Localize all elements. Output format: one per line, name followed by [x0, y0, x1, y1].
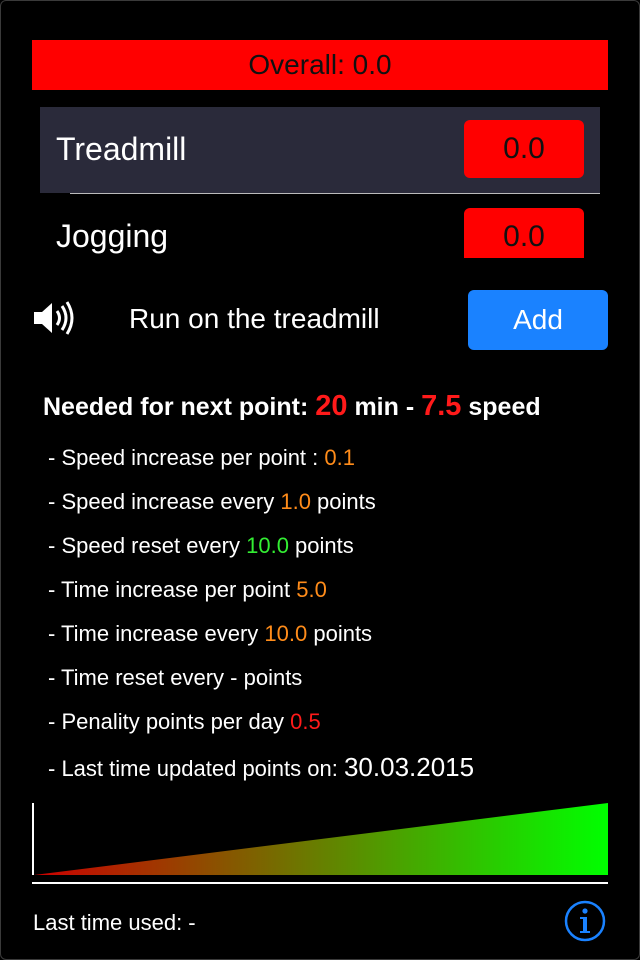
category-label: Treadmill: [56, 131, 187, 167]
detail-time-increase-every: - Time increase every 10.0 points: [48, 621, 372, 647]
detail-suffix: points: [310, 489, 376, 514]
category-score-badge: 0.0: [464, 208, 584, 258]
detail-label: - Speed increase every: [48, 489, 281, 514]
exercise-name: Run on the treadmill: [129, 303, 380, 334]
needed-minutes-unit: min -: [347, 393, 422, 421]
detail-suffix: points: [288, 533, 354, 558]
detail-value: 1.0: [280, 489, 311, 514]
detail-speed-increase-per-point: - Speed increase per point : 0.1: [48, 445, 355, 471]
detail-label: - Time increase every: [48, 621, 265, 646]
info-icon[interactable]: [564, 900, 606, 942]
progress-wedge: [34, 803, 608, 875]
category-row-treadmill[interactable]: Treadmill 0.0: [40, 107, 600, 193]
detail-label: - Speed reset every: [48, 533, 247, 558]
detail-value: 5.0: [296, 577, 327, 602]
category-score: 0.0: [503, 132, 545, 165]
detail-label: - Speed increase per point :: [48, 445, 325, 470]
detail-value: 10.0: [246, 533, 289, 558]
detail-date: 30.03.2015: [343, 752, 475, 782]
detail-time-increase-per-point: - Time increase per point 5.0: [48, 577, 327, 603]
last-time-used: Last time used: -: [33, 910, 196, 935]
category-score: 0.0: [503, 220, 545, 253]
chart-baseline: [32, 882, 608, 884]
category-row-jogging[interactable]: Jogging 0.0: [40, 194, 600, 258]
needed-speed: 7.5: [421, 390, 462, 422]
overall-score-banner: Overall: 0.0: [32, 40, 608, 90]
detail-label: - Penality points per day: [48, 709, 291, 734]
category-label: Jogging: [56, 218, 169, 254]
detail-value: 0.5: [290, 709, 321, 734]
detail-speed-reset-every: - Speed reset every 10.0 points: [48, 533, 354, 559]
needed-minutes: 20: [315, 390, 348, 422]
detail-value: 10.0: [264, 621, 308, 646]
speaker-icon[interactable]: [32, 300, 76, 336]
detail-suffix: points: [307, 621, 373, 646]
detail-value: 0.1: [324, 445, 355, 470]
overall-score-label: Overall: 0.0: [248, 49, 392, 80]
detail-speed-increase-every: - Speed increase every 1.0 points: [48, 489, 376, 515]
detail-penalty-points-per-day: - Penality points per day 0.5: [48, 709, 321, 735]
detail-time-reset-every: - Time reset every - points: [48, 665, 302, 691]
category-score-badge: 0.0: [464, 120, 584, 178]
needed-speed-unit: speed: [461, 393, 541, 421]
detail-label: - Last time updated points on:: [48, 756, 344, 781]
progress-wedge-chart: [32, 803, 608, 875]
detail-last-updated: - Last time updated points on: 30.03.201…: [48, 752, 474, 783]
detail-label: - Time increase per point: [48, 577, 297, 602]
needed-for-next-point: Needed for next point: 20 min - 7.5 spee…: [43, 390, 541, 423]
add-button[interactable]: Add: [468, 290, 608, 350]
detail-label: - Time reset every - points: [48, 665, 303, 690]
needed-prefix: Needed for next point:: [43, 393, 316, 421]
